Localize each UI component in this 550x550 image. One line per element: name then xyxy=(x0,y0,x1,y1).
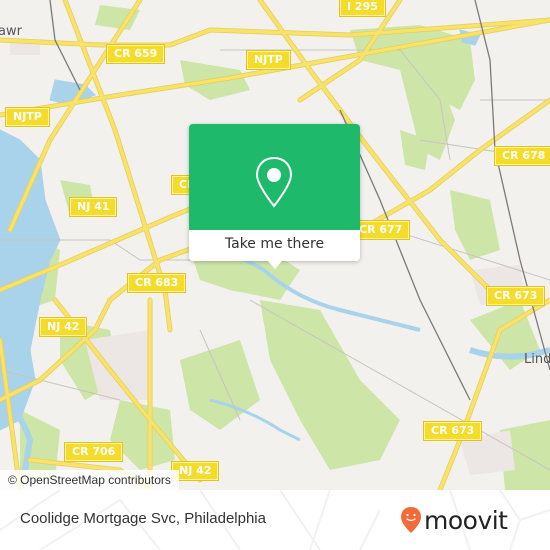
road-label-cr683: CR 683 xyxy=(128,274,186,292)
road-label-cr673-upper: CR 673 xyxy=(487,287,545,305)
road-label-cr659: CR 659 xyxy=(107,45,165,63)
destination-popup: Take me there xyxy=(189,124,360,269)
popup-header xyxy=(189,124,360,230)
footer-bar: Coolidge Mortgage Svc, Philadelphia moov… xyxy=(0,490,550,550)
road-label-cr678: CR 678 xyxy=(495,147,550,165)
road-label-cr677: CR 677 xyxy=(352,221,410,239)
road-label-njtp-left: NJTP xyxy=(6,108,49,126)
moovit-logo[interactable]: moovit xyxy=(400,504,508,536)
moovit-wordmark: moovit xyxy=(424,505,508,535)
road-label-cr706: CR 706 xyxy=(65,443,123,461)
road-label-nj41: NJ 41 xyxy=(70,198,117,216)
place-label-lindenwold: Lind xyxy=(524,352,550,367)
place-title: Coolidge Mortgage Svc, Philadelphia xyxy=(20,510,266,527)
road-label-nj42-upper: NJ 42 xyxy=(40,318,87,336)
take-me-there-button[interactable]: Take me there xyxy=(189,230,360,261)
road-label-nj42-lower: NJ 42 xyxy=(172,462,219,480)
place-label-bellmawr: awr xyxy=(0,24,22,39)
map-attribution[interactable]: © OpenStreetMap contributors xyxy=(0,470,179,490)
moovit-pin-smile-icon xyxy=(401,507,421,533)
map-canvas[interactable]: I 295 CR 659 NJTP NJTP CR NJ 41 CR 678 C… xyxy=(0,0,550,490)
road-label-cr673-lower: CR 673 xyxy=(424,422,482,440)
map-pin-icon xyxy=(255,156,293,208)
road-label-njtp-top: NJTP xyxy=(247,51,290,69)
road-label-i295: I 295 xyxy=(340,0,385,16)
popup-pointer xyxy=(268,261,282,269)
